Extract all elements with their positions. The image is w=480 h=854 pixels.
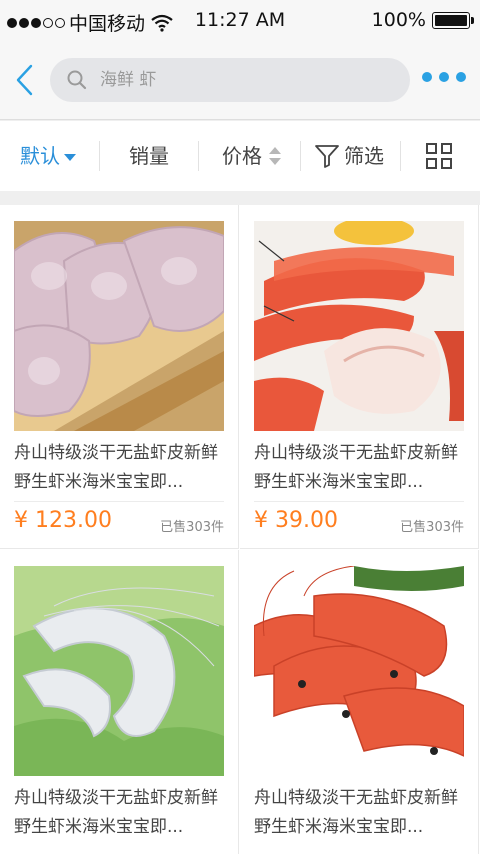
divider <box>198 141 199 171</box>
search-input[interactable]: 海鲜 虾 <box>100 58 390 102</box>
product-card[interactable]: 舟山特级淡干无盐虾皮新鲜野生虾米海米宝宝即... <box>0 550 239 854</box>
product-card[interactable]: 舟山特级淡干无盐虾皮新鲜野生虾米海米宝宝即... ¥ 39.00 已售303件 <box>240 205 479 549</box>
sort-sales-tab[interactable]: 销量 <box>129 121 169 191</box>
divider <box>14 501 224 502</box>
status-right: 100% <box>371 9 474 31</box>
product-title: 舟山特级淡干无盐虾皮新鲜野生虾米海米宝宝即... <box>254 443 458 492</box>
product-price: ¥ 39.00 <box>254 508 338 533</box>
status-bar: 中国移动 11:27 AM 100% <box>0 0 480 40</box>
search-icon <box>67 70 87 90</box>
product-card[interactable]: 舟山特级淡干无盐虾皮新鲜野生虾米海米宝宝即... ¥ 123.00 已售303件 <box>0 205 239 549</box>
sort-price-label: 价格 <box>222 144 262 168</box>
battery-icon <box>432 11 474 29</box>
filter-tab[interactable]: 筛选 <box>344 121 384 191</box>
caret-down-icon <box>64 154 76 161</box>
divider <box>300 141 301 171</box>
divider <box>99 141 100 171</box>
product-card[interactable]: 舟山特级淡干无盐虾皮新鲜野生虾米海米宝宝即... <box>240 550 479 854</box>
sort-arrows-icon <box>269 147 281 165</box>
divider <box>400 141 401 171</box>
sort-default-label: 默认 <box>20 144 60 168</box>
product-title: 舟山特级淡干无盐虾皮新鲜野生虾米海米宝宝即... <box>254 788 458 837</box>
more-dots-icon[interactable] <box>422 72 466 82</box>
product-image <box>14 221 224 431</box>
product-title: 舟山特级淡干无盐虾皮新鲜野生虾米海米宝宝即... <box>14 443 218 492</box>
product-image <box>254 566 464 776</box>
product-price: ¥ 123.00 <box>14 508 112 533</box>
battery-percent: 100% <box>371 9 426 31</box>
divider <box>254 501 464 502</box>
filter-bar: 默认 销量 价格 筛选 <box>0 121 480 191</box>
product-title: 舟山特级淡干无盐虾皮新鲜野生虾米海米宝宝即... <box>14 788 218 837</box>
nav-bar: 海鲜 虾 <box>0 40 480 120</box>
product-image <box>254 221 464 431</box>
funnel-icon[interactable] <box>314 143 340 169</box>
grid-view-icon[interactable] <box>426 143 452 169</box>
product-grid: 舟山特级淡干无盐虾皮新鲜野生虾米海米宝宝即... ¥ 123.00 已售303件… <box>0 205 480 854</box>
sort-default-tab[interactable]: 默认 <box>20 121 76 191</box>
product-image <box>14 566 224 776</box>
sold-count: 已售303件 <box>160 520 224 535</box>
sold-count: 已售303件 <box>400 520 464 535</box>
search-bar[interactable]: 海鲜 虾 <box>50 58 410 102</box>
chevron-left-icon[interactable] <box>10 60 40 100</box>
sort-price-tab[interactable]: 价格 <box>222 121 262 191</box>
